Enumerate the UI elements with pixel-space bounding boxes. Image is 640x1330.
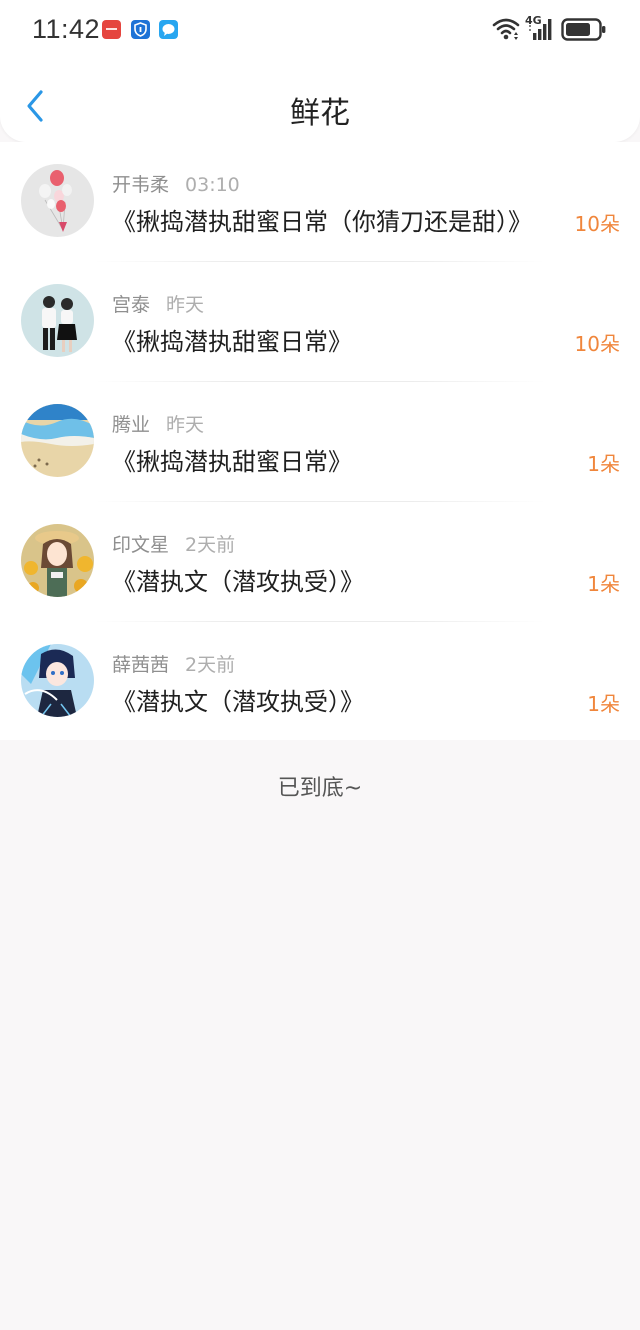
work-title: 《揪捣潜执甜蜜日常》 bbox=[112, 448, 352, 476]
user-name: 腾业 bbox=[112, 414, 151, 436]
end-of-list-text: 已到底~ bbox=[277, 776, 363, 801]
user-name: 薛茜茜 bbox=[112, 654, 170, 676]
list-item[interactable]: 宫泰 昨天 《揪捣潜执甜蜜日常》 10朵 bbox=[0, 262, 640, 382]
nav-bar: 鲜花 bbox=[0, 70, 640, 142]
shield-app-icon bbox=[131, 20, 150, 39]
list-item[interactable]: 腾业 昨天 《揪捣潜执甜蜜日常》 1朵 bbox=[0, 382, 640, 502]
timestamp: 03:10 bbox=[185, 174, 240, 196]
user-name-line: 宫泰 昨天 bbox=[112, 290, 204, 317]
user-name-line: 印文星 2天前 bbox=[112, 530, 235, 557]
user-name: 宫泰 bbox=[112, 294, 151, 316]
avatar[interactable] bbox=[21, 284, 94, 357]
signal-icon bbox=[527, 16, 557, 46]
user-name: 开韦柔 bbox=[112, 174, 170, 196]
avatar[interactable] bbox=[21, 404, 94, 477]
work-title: 《潜执文（潜攻执受）》 bbox=[112, 688, 364, 716]
user-name-line: 开韦柔 03:10 bbox=[112, 170, 240, 197]
flower-count: 10朵 bbox=[574, 332, 620, 356]
timestamp: 昨天 bbox=[166, 414, 205, 436]
wifi-icon bbox=[492, 16, 522, 46]
flower-count: 1朵 bbox=[587, 692, 620, 716]
user-name: 印文星 bbox=[112, 534, 170, 556]
battery-icon bbox=[561, 18, 607, 46]
page-title: 鲜花 bbox=[290, 96, 350, 131]
top-card: 11:42 4G 鲜花 bbox=[0, 0, 640, 142]
status-time: 11:42 bbox=[32, 14, 101, 44]
list-item[interactable]: 薛茜茜 2天前 《潜执文（潜攻执受）》 1朵 bbox=[0, 622, 640, 742]
flower-count: 1朵 bbox=[587, 572, 620, 596]
timestamp: 2天前 bbox=[185, 654, 236, 676]
work-title: 《潜执文（潜攻执受）》 bbox=[112, 568, 364, 596]
list-item[interactable]: 印文星 2天前 《潜执文（潜攻执受）》 1朵 bbox=[0, 502, 640, 622]
status-bar: 11:42 4G bbox=[0, 0, 640, 60]
flower-count: 1朵 bbox=[587, 452, 620, 476]
chat-app-icon bbox=[159, 20, 178, 39]
work-title: 《揪捣潜执甜蜜日常》 bbox=[112, 328, 352, 356]
user-name-line: 薛茜茜 2天前 bbox=[112, 650, 235, 677]
huawei-app-icon bbox=[102, 20, 121, 39]
flower-list: 开韦柔 03:10 《揪捣潜执甜蜜日常（你猜刀还是甜）》 10朵 宫泰 昨天 《揪捣… bbox=[0, 142, 640, 740]
avatar[interactable] bbox=[21, 644, 94, 717]
flower-count: 10朵 bbox=[574, 212, 620, 236]
work-title: 《揪捣潜执甜蜜日常（你猜刀还是甜）》 bbox=[112, 208, 532, 236]
timestamp: 2天前 bbox=[185, 534, 236, 556]
user-name-line: 腾业 昨天 bbox=[112, 410, 204, 437]
avatar[interactable] bbox=[21, 164, 94, 237]
timestamp: 昨天 bbox=[166, 294, 205, 316]
avatar[interactable] bbox=[21, 524, 94, 597]
list-item[interactable]: 开韦柔 03:10 《揪捣潜执甜蜜日常（你猜刀还是甜）》 10朵 bbox=[0, 142, 640, 262]
